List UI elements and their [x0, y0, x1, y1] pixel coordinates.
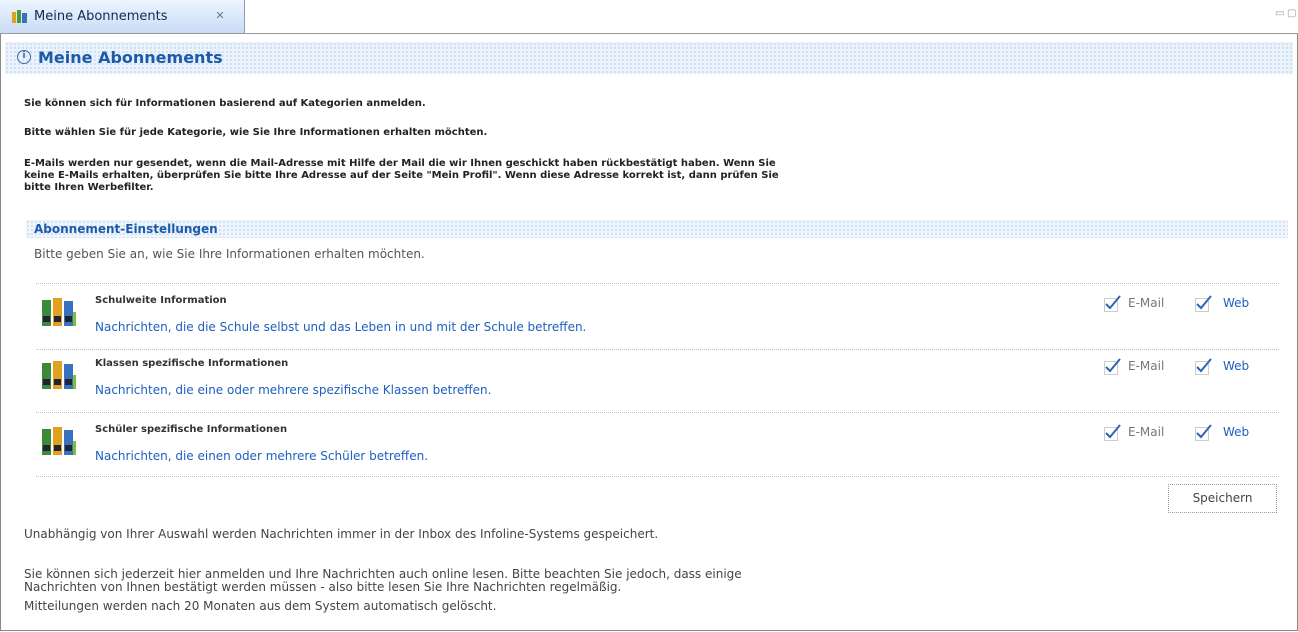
email-label: E-Mail [1128, 359, 1165, 373]
web-checkbox[interactable] [1195, 358, 1212, 375]
subscription-row: Schüler spezifische Informationen Nachri… [36, 413, 1279, 477]
tab-bar: Meine Abonnements ✕ ▭ ▢ [0, 0, 1298, 34]
section-title: Abonnement-Einstellungen [34, 222, 218, 236]
email-checkbox[interactable] [1104, 295, 1121, 312]
binders-icon [42, 361, 76, 389]
email-label: E-Mail [1128, 425, 1165, 439]
binders-icon [42, 427, 76, 455]
footer-text-3: Mitteilungen werden nach 20 Monaten aus … [24, 599, 497, 613]
tab-meine-abonnements[interactable]: Meine Abonnements ✕ [0, 0, 245, 33]
subscription-row: Klassen spezifische Informationen Nachri… [36, 347, 1279, 411]
info-icon: i [17, 50, 31, 64]
subscription-title: Schulweite Information [95, 295, 227, 306]
minimize-icon[interactable]: ▭ [1275, 8, 1284, 19]
footer-text-2b: Nachrichten von Ihnen bestätigt werden m… [24, 580, 622, 594]
maximize-icon[interactable]: ▢ [1287, 8, 1296, 19]
page-title: Meine Abonnements [38, 48, 223, 67]
subscription-description: Nachrichten, die die Schule selbst und d… [95, 320, 587, 334]
close-icon[interactable]: ✕ [213, 9, 227, 23]
page-header: i Meine Abonnements [5, 42, 1293, 74]
subscription-description: Nachrichten, die einen oder mehrere Schü… [95, 449, 429, 463]
web-checkbox[interactable] [1195, 295, 1212, 312]
subscription-icon [12, 10, 27, 23]
intro-text-2: Bitte wählen Sie für jede Kategorie, wie… [24, 127, 488, 138]
binders-icon [42, 298, 76, 326]
subscription-title: Schüler spezifische Informationen [95, 424, 288, 435]
intro-text-3c: bitte Ihren Werbefilter. [24, 182, 154, 193]
web-label: Web [1223, 296, 1250, 310]
save-button[interactable]: Speichern [1168, 484, 1277, 513]
tab-label: Meine Abonnements [34, 9, 168, 24]
subscription-title: Klassen spezifische Informationen [95, 358, 289, 369]
divider [36, 476, 1279, 477]
web-label: Web [1223, 359, 1250, 373]
web-checkbox[interactable] [1195, 424, 1212, 441]
intro-text-3b: keine E-Mails erhalten, überprüfen Sie b… [24, 170, 779, 181]
email-checkbox[interactable] [1104, 424, 1121, 441]
intro-text-3a: E-Mails werden nur gesendet, wenn die Ma… [24, 158, 776, 169]
email-label: E-Mail [1128, 296, 1165, 310]
footer-text-1: Unabhängig von Ihrer Auswahl werden Nach… [24, 527, 659, 541]
section-header: Abonnement-Einstellungen [26, 220, 1288, 238]
section-subtitle: Bitte geben Sie an, wie Sie Ihre Informa… [34, 247, 425, 261]
subscription-description: Nachrichten, die eine oder mehrere spezi… [95, 383, 492, 397]
intro-text-1: Sie können sich für Informationen basier… [24, 98, 426, 109]
web-label: Web [1223, 425, 1250, 439]
email-checkbox[interactable] [1104, 358, 1121, 375]
subscription-row: Schulweite Information Nachrichten, die … [36, 284, 1279, 348]
